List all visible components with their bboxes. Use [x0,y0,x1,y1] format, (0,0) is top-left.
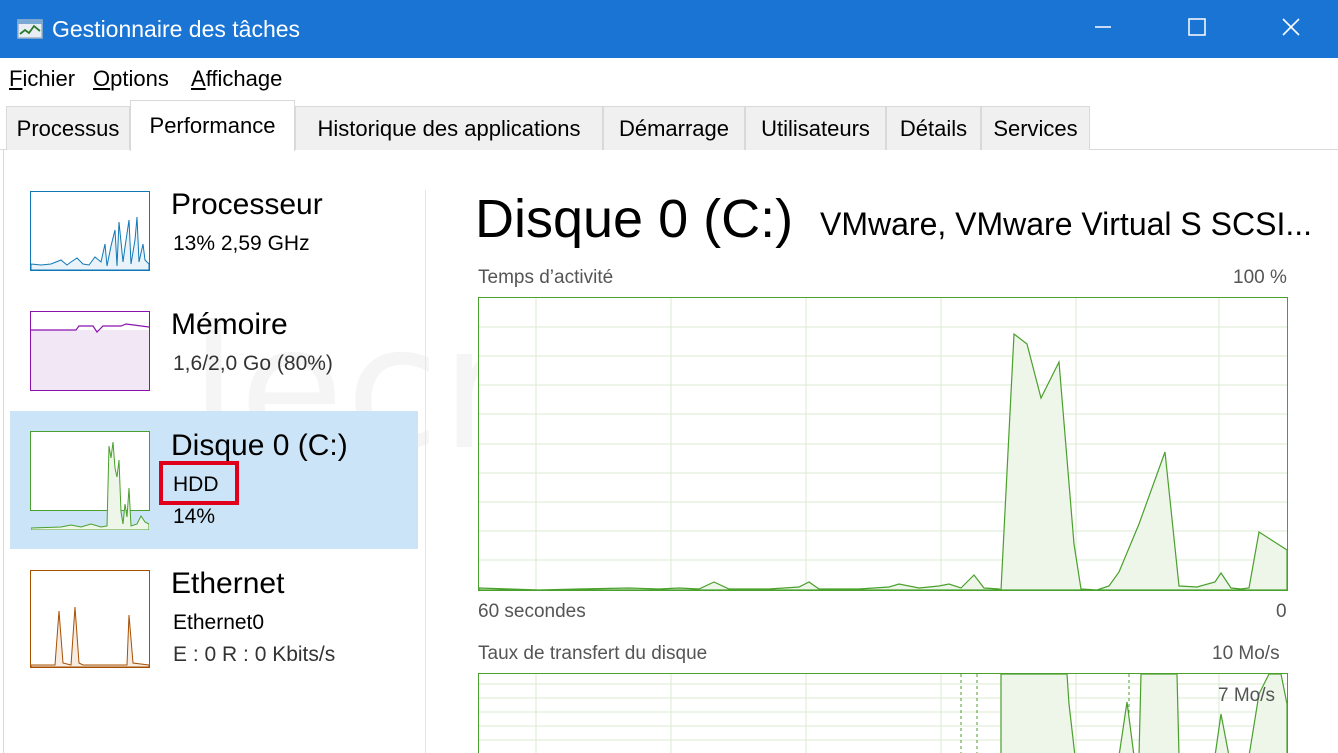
tab-details[interactable]: Détails [886,106,981,150]
frame-border [0,150,4,753]
close-button[interactable] [1244,0,1338,58]
tab-performance[interactable]: Performance [130,100,295,151]
tab-utilisateurs[interactable]: Utilisateurs [745,106,886,150]
menu-fichier-accel: F [9,66,23,91]
menu-fichier-label: ichier [22,66,76,91]
sidebar-ethernet-title: Ethernet [171,567,285,600]
tab-historique[interactable]: Historique des applications [295,106,603,150]
menu-affichage-accel: A [191,66,206,91]
menu-options-accel: O [93,66,111,91]
menu-affichage-label: ffichage [205,66,283,91]
disk-model: VMware, VMware Virtual S SCSI... [820,206,1312,242]
sidebar-memoire-title: Mémoire [171,308,288,341]
transfer-graph-mid: 7 Mo/s [1218,685,1276,706]
sidebar-ethernet-sub1: Ethernet0 [173,611,265,634]
tab-demarrage[interactable]: Démarrage [603,106,745,150]
sidebar-ethernet-sub2: E : 0 R : 0 Kbits/s [173,643,336,666]
window-title: Gestionnaire des tâches [52,16,301,42]
transfer-graph [478,673,1288,753]
title-bar: Gestionnaire des tâches [0,0,1338,58]
maximize-button[interactable] [1150,0,1244,58]
memory-thumbnail-graph [30,311,150,391]
ethernet-thumbnail-graph [30,570,150,668]
menu-affichage[interactable]: Affichage [191,66,282,92]
sidebar-processeur-sub: 13% 2,59 GHz [173,232,310,255]
menu-options[interactable]: Options [93,66,169,92]
activity-graph-max: 100 % [1233,267,1287,288]
minimize-icon [1093,17,1113,42]
activity-time-label: 60 secondes [478,601,586,622]
activity-graph [478,297,1288,591]
highlight-box [159,461,239,505]
menu-fichier[interactable]: Fichier [9,66,75,92]
sidebar-processeur-title: Processeur [171,188,323,221]
menu-bar: Fichier Options Affichage [0,58,1338,100]
sidebar-disque-title: Disque 0 (C:) [171,429,348,462]
sidebar-item-ethernet[interactable]: Ethernet Ethernet0 E : 0 R : 0 Kbits/s [10,555,418,693]
page-title: Disque 0 (C:) [475,189,794,249]
activity-graph-label: Temps d’activité [478,267,614,288]
transfer-graph-max: 10 Mo/s [1212,643,1280,664]
sidebar-divider[interactable] [425,190,426,753]
tab-bar: Processus Performance Historique des app… [0,100,1338,151]
tab-processus[interactable]: Processus [6,106,130,150]
tab-services[interactable]: Services [981,106,1090,150]
maximize-icon [1187,17,1207,42]
disk-thumbnail-graph [30,431,150,531]
task-manager-icon [16,16,46,42]
activity-min-label: 0 [1276,601,1287,622]
sidebar-item-processeur[interactable]: Processeur 13% 2,59 GHz [10,176,418,314]
menu-options-label: ptions [110,66,169,91]
transfer-graph-label: Taux de transfert du disque [478,643,708,664]
sidebar-disque-sub: 14% [173,505,216,528]
cpu-thumbnail-graph [30,191,150,271]
sidebar-memoire-sub: 1,6/2,0 Go (80%) [173,352,333,375]
minimize-button[interactable] [1056,0,1150,58]
sidebar-item-disque[interactable]: Disque 0 (C:) HDD 14% [10,411,418,549]
close-icon [1281,17,1301,42]
